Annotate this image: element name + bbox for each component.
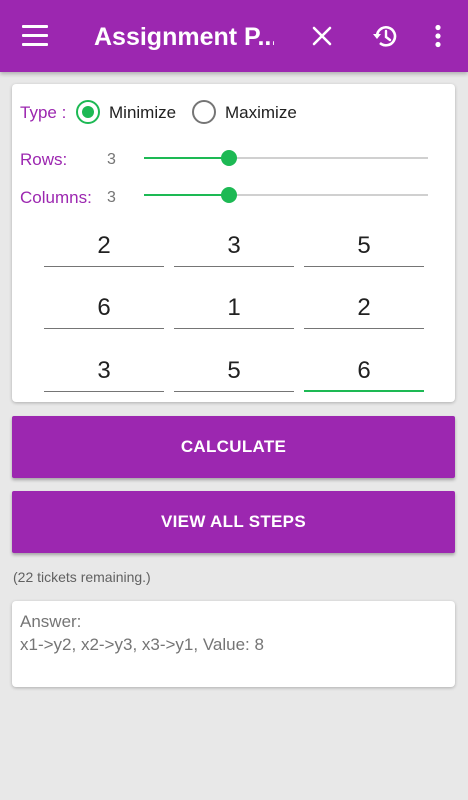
more-vert-icon[interactable] (422, 20, 454, 52)
maximize-label[interactable]: Maximize (225, 103, 297, 123)
columns-slider-thumb[interactable] (221, 187, 238, 203)
minimize-label[interactable]: Minimize (109, 103, 176, 123)
columns-slider[interactable] (144, 187, 428, 203)
tickets-remaining: (22 tickets remaining.) (13, 569, 151, 585)
app-bar: Assignment P... (0, 0, 468, 72)
rows-value: 3 (107, 151, 116, 168)
history-icon[interactable] (369, 20, 401, 52)
matrix-cell-r1c2[interactable]: 3 (174, 227, 294, 267)
matrix-cell-r3c2[interactable]: 5 (174, 352, 294, 392)
close-icon[interactable] (306, 20, 338, 52)
columns-value: 3 (107, 189, 116, 206)
calculate-button[interactable]: CALCULATE (12, 416, 455, 478)
parameters-card: Type : Minimize Maximize Rows: 3 Columns… (12, 84, 455, 402)
matrix-cell-r2c2[interactable]: 1 (174, 289, 294, 329)
matrix-cell-r3c1[interactable]: 3 (44, 352, 164, 392)
rows-slider[interactable] (144, 150, 428, 166)
matrix-cell-r1c1[interactable]: 2 (44, 227, 164, 267)
menu-icon[interactable] (22, 25, 48, 47)
minimize-radio[interactable] (76, 100, 100, 124)
answer-heading: Answer: (20, 612, 82, 631)
app-title: Assignment P... (94, 23, 274, 51)
matrix-cell-r1c3[interactable]: 5 (304, 227, 424, 267)
rows-slider-thumb[interactable] (221, 150, 238, 166)
answer-card: Answer: x1->y2, x2->y3, x3->y1, Value: 8 (12, 601, 455, 687)
matrix-cell-r3c3[interactable]: 6 (304, 352, 424, 392)
matrix-cell-r2c3[interactable]: 2 (304, 289, 424, 329)
view-all-steps-button[interactable]: VIEW ALL STEPS (12, 491, 455, 553)
rows-label: Rows: (20, 150, 68, 169)
answer-text: x1->y2, x2->y3, x3->y1, Value: 8 (20, 635, 264, 654)
matrix-cell-r2c1[interactable]: 6 (44, 289, 164, 329)
maximize-radio[interactable] (192, 100, 216, 124)
columns-slider-fill (144, 194, 230, 196)
columns-label: Columns: (20, 188, 92, 207)
type-label: Type : (20, 103, 67, 122)
rows-slider-fill (144, 157, 230, 159)
